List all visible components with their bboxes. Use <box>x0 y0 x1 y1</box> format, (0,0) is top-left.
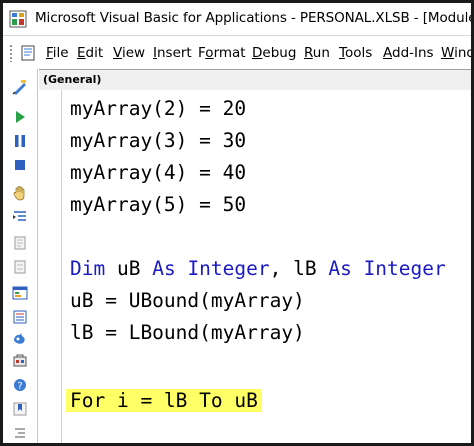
code-text: myArray(4) = 40 <box>70 161 246 184</box>
code-token: myArray(2) = 20 <box>70 97 247 120</box>
title-bar: Microsoft Visual Basic for Applications … <box>3 3 471 36</box>
menu-view[interactable]: View <box>113 45 145 61</box>
help-icon[interactable]: ? <box>12 377 28 393</box>
run-icon[interactable] <box>12 109 28 125</box>
menu-format[interactable]: Format <box>198 45 246 61</box>
reset-icon[interactable] <box>12 157 28 173</box>
vba-keyword: Dim <box>70 257 106 280</box>
code-line-myarray-5[interactable]: myArray(5) = 50 <box>70 190 246 220</box>
menu-debug[interactable]: Debug <box>252 45 296 61</box>
project-explorer-icon[interactable] <box>12 285 28 301</box>
code-line-myarray-2[interactable]: myArray(2) = 20 <box>70 94 246 124</box>
menu-add-ins[interactable]: Add-Ins <box>383 45 434 61</box>
code-line-myarray-4[interactable]: myArray(4) = 40 <box>70 158 246 188</box>
comment-icon[interactable] <box>12 235 28 251</box>
uncomment-icon[interactable] <box>12 259 28 275</box>
menu-window[interactable]: Windo <box>441 45 471 61</box>
code-token: , lB <box>269 257 329 280</box>
menu-tools[interactable]: Tools <box>339 45 372 61</box>
code-token: uB = UBound(myArray) <box>70 289 305 312</box>
code-text: Dim uB As Integer, lB As Integer <box>70 257 446 280</box>
vba-app-icon <box>9 10 27 28</box>
vba-editor-window: Microsoft Visual Basic for Applications … <box>0 0 474 446</box>
menu-insert[interactable]: Insert <box>153 45 192 61</box>
bookmark-icon[interactable] <box>12 401 28 417</box>
code-line-myarray-3[interactable]: myArray(3) = 30 <box>70 126 246 156</box>
code-line-dim[interactable]: Dim uB As Integer, lB As Integer <box>70 254 446 284</box>
design-mode-icon[interactable] <box>12 79 28 95</box>
code-token: myArray(3) = 30 <box>70 129 247 152</box>
menu-edit[interactable]: Edit <box>77 45 103 61</box>
code-text: myArray(3) = 30 <box>70 129 246 152</box>
hand-icon[interactable] <box>12 185 28 201</box>
vba-keyword: Integer <box>187 257 270 280</box>
window-title: Microsoft Visual Basic for Applications … <box>35 10 471 26</box>
menu-bar: File Edit View Insert Format Debug Run T… <box>3 40 471 66</box>
code-token: myArray(4) = 40 <box>70 161 247 184</box>
object-browser-icon[interactable] <box>12 331 28 347</box>
vba-keyword: Integer <box>363 257 446 280</box>
code-line-lbound[interactable]: lB = LBound(myArray) <box>70 318 305 348</box>
code-text: uB = UBound(myArray) <box>70 289 305 312</box>
code-pane[interactable]: myArray(2) = 20 myArray(3) = 30 myArray(4)… <box>62 90 471 443</box>
code-token: For i = lB To uB <box>70 389 258 412</box>
code-line-for[interactable]: For i = lB To uB <box>66 386 262 416</box>
code-text: lB = LBound(myArray) <box>70 321 305 344</box>
object-combo[interactable]: (General) <box>43 71 101 89</box>
toolbox-icon[interactable] <box>12 353 28 369</box>
code-line-ubound[interactable]: uB = UBound(myArray) <box>70 286 305 316</box>
object-combo-bar: (General) <box>39 69 471 91</box>
step-icon[interactable] <box>12 209 28 225</box>
code-token: myArray(5) = 50 <box>70 193 247 216</box>
code-token: lB = LBound(myArray) <box>70 321 305 344</box>
margin-indicator-bar[interactable] <box>39 90 62 443</box>
code-text: myArray(2) = 20 <box>70 97 246 120</box>
properties-icon[interactable] <box>12 309 28 325</box>
highlighted-code: For i = lB To uB <box>66 389 262 412</box>
debug-toolbar: ? <box>3 69 38 443</box>
vba-keyword: As <box>328 257 352 280</box>
svg-text:?: ? <box>17 381 22 392</box>
code-token: uB <box>105 257 153 280</box>
menu-file[interactable]: File <box>46 45 69 61</box>
menu-grip-handle[interactable] <box>9 44 14 62</box>
indent-icon[interactable] <box>12 425 28 441</box>
code-text: myArray(5) = 50 <box>70 193 246 216</box>
document-icon[interactable] <box>19 44 37 62</box>
menu-run[interactable]: Run <box>304 45 330 61</box>
break-icon[interactable] <box>12 133 28 149</box>
vba-keyword: As <box>152 257 176 280</box>
